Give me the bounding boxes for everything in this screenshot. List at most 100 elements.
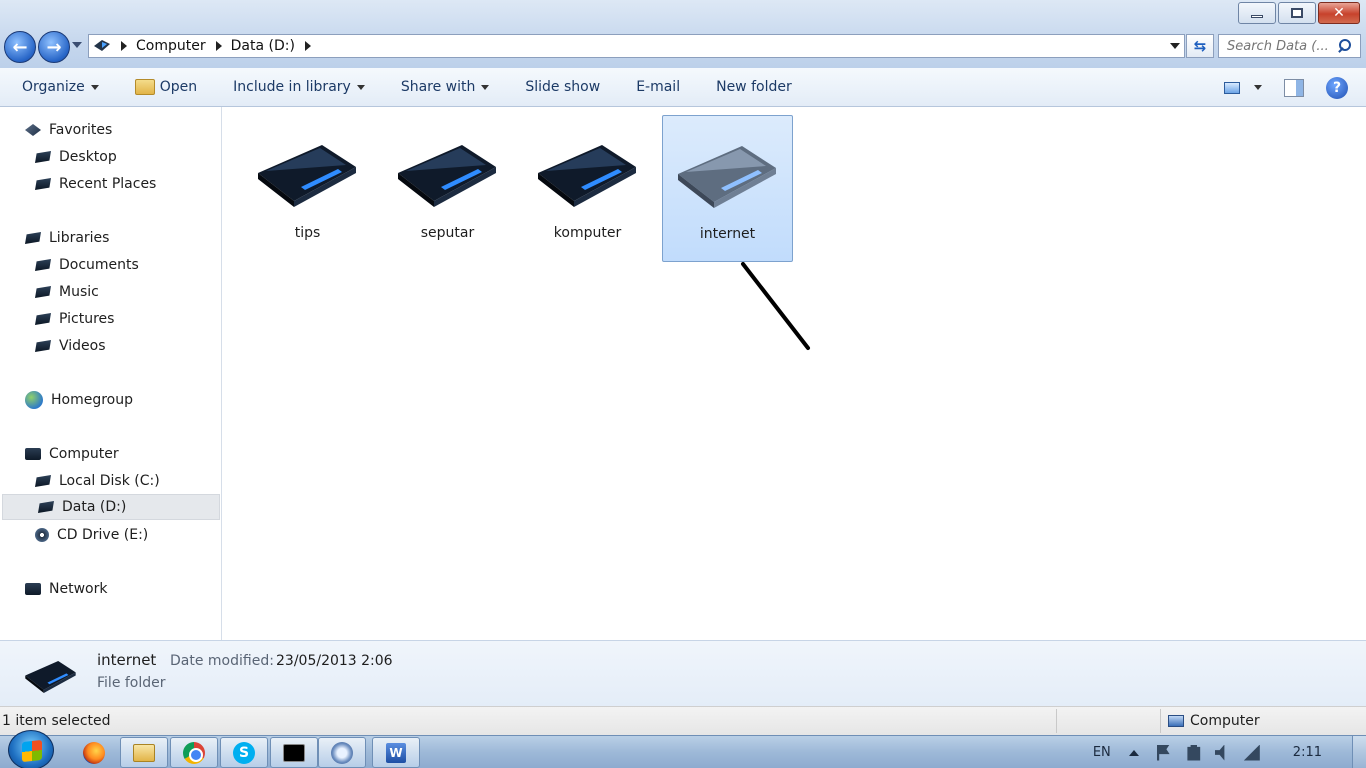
change-view-icon[interactable] bbox=[1224, 81, 1240, 94]
breadcrumb-arrow-icon[interactable] bbox=[304, 41, 311, 51]
nav-homegroup[interactable]: Homegroup bbox=[0, 387, 220, 413]
nav-local-disk[interactable]: Local Disk (C:) bbox=[0, 468, 220, 494]
libraries-icon bbox=[25, 232, 41, 244]
address-bar[interactable]: Computer Data (D:) bbox=[88, 34, 1185, 58]
desktop-icon bbox=[35, 151, 51, 163]
nav-recent-places[interactable]: Recent Places bbox=[0, 171, 220, 197]
nav-label: Computer bbox=[49, 446, 119, 462]
recent-pages-dropdown[interactable] bbox=[72, 42, 82, 48]
word-icon: W bbox=[386, 742, 406, 763]
nav-data-drive[interactable]: Data (D:) bbox=[2, 494, 220, 520]
search-input[interactable] bbox=[1219, 38, 1337, 54]
chevron-down-icon bbox=[481, 84, 490, 90]
new-folder-button[interactable]: New folder bbox=[698, 68, 810, 106]
nav-computer[interactable]: Computer bbox=[0, 441, 220, 467]
search-icon[interactable] bbox=[1337, 39, 1351, 53]
volume-icon[interactable] bbox=[1214, 744, 1225, 761]
chrome-icon bbox=[183, 741, 205, 764]
folder-icon bbox=[397, 145, 496, 207]
power-icon[interactable] bbox=[1187, 744, 1201, 761]
refresh-button[interactable]: ⇆ bbox=[1186, 34, 1214, 58]
annotation-line bbox=[741, 262, 810, 350]
nav-cd-drive[interactable]: CD Drive (E:) bbox=[0, 522, 220, 548]
taskbar-firefox[interactable] bbox=[70, 737, 118, 768]
computer-drive-icon bbox=[94, 40, 110, 51]
system-tray: EN 2:11 bbox=[1093, 736, 1366, 768]
file-list[interactable]: tips seputar komputer internet bbox=[222, 107, 1366, 640]
breadcrumb-arrow-icon[interactable] bbox=[215, 41, 222, 51]
breadcrumb-computer[interactable]: Computer bbox=[136, 38, 206, 54]
folder-item[interactable]: seputar bbox=[382, 115, 513, 262]
folder-item[interactable]: komputer bbox=[522, 115, 653, 262]
title-bar: ✕ ← → Computer Data (D:) ⇆ bbox=[0, 0, 1366, 68]
show-desktop-button[interactable] bbox=[1352, 736, 1366, 768]
taskbar-word[interactable]: W bbox=[372, 737, 420, 768]
details-pane: internet Date modified: 23/05/2013 2:06 … bbox=[0, 640, 1366, 706]
folder-icon bbox=[537, 145, 636, 207]
folder-item-selected[interactable]: internet bbox=[662, 115, 793, 262]
network-icon bbox=[25, 583, 41, 595]
nav-network[interactable]: Network bbox=[0, 576, 220, 602]
skype-icon: S bbox=[233, 741, 255, 764]
include-in-library-menu[interactable]: Include in library bbox=[215, 68, 383, 106]
action-center-flag-icon[interactable] bbox=[1156, 744, 1170, 761]
nav-label: Network bbox=[49, 581, 108, 597]
restore-button[interactable] bbox=[1278, 2, 1316, 24]
nav-label: Data (D:) bbox=[62, 499, 127, 515]
language-indicator[interactable]: EN bbox=[1093, 745, 1111, 760]
status-location: Computer bbox=[1168, 713, 1260, 729]
nav-pictures[interactable]: Pictures bbox=[0, 306, 220, 332]
status-location-label: Computer bbox=[1190, 713, 1260, 729]
chevron-down-icon bbox=[90, 84, 99, 90]
details-type: File folder bbox=[97, 675, 166, 691]
pictures-icon bbox=[35, 313, 51, 325]
taskbar-app[interactable] bbox=[318, 737, 366, 768]
details-name: internet bbox=[97, 651, 157, 669]
windows-explorer-icon bbox=[133, 743, 155, 762]
status-selection: 1 item selected bbox=[2, 713, 111, 729]
organize-menu[interactable]: Organize bbox=[0, 68, 117, 106]
breadcrumb-data-drive[interactable]: Data (D:) bbox=[231, 38, 295, 54]
nav-libraries[interactable]: Libraries bbox=[0, 225, 220, 251]
details-date-value: 23/05/2013 2:06 bbox=[276, 653, 393, 669]
address-history-dropdown[interactable] bbox=[1170, 43, 1180, 49]
share-with-menu[interactable]: Share with bbox=[383, 68, 508, 106]
start-button[interactable] bbox=[8, 730, 54, 768]
nav-favorites[interactable]: Favorites bbox=[0, 117, 220, 143]
taskbar-chrome[interactable] bbox=[170, 737, 218, 768]
open-button[interactable]: Open bbox=[117, 68, 215, 106]
computer-icon bbox=[1168, 715, 1184, 727]
nav-desktop[interactable]: Desktop bbox=[0, 144, 220, 170]
folder-label: seputar bbox=[420, 225, 475, 241]
nav-documents[interactable]: Documents bbox=[0, 252, 220, 278]
app-icon bbox=[331, 741, 353, 764]
more-views-chevron-icon[interactable] bbox=[1254, 85, 1262, 90]
taskbar-skype[interactable]: S bbox=[220, 737, 268, 768]
help-icon[interactable]: ? bbox=[1326, 76, 1348, 99]
nav-videos[interactable]: Videos bbox=[0, 333, 220, 359]
taskbar-command-prompt[interactable] bbox=[270, 737, 318, 768]
forward-button[interactable]: → bbox=[38, 31, 70, 63]
folder-icon bbox=[25, 661, 76, 693]
videos-icon bbox=[35, 340, 51, 352]
nav-music[interactable]: Music bbox=[0, 279, 220, 305]
back-button[interactable]: ← bbox=[4, 31, 36, 63]
minimize-button[interactable] bbox=[1238, 2, 1276, 24]
minimize-icon bbox=[1251, 14, 1263, 18]
email-button[interactable]: E-mail bbox=[618, 68, 698, 106]
show-hidden-icons-icon[interactable] bbox=[1128, 749, 1139, 756]
clock[interactable]: 2:11 bbox=[1293, 745, 1322, 760]
status-bar: 1 item selected Computer bbox=[0, 706, 1366, 735]
documents-icon bbox=[35, 259, 51, 271]
network-signal-icon[interactable] bbox=[1243, 744, 1260, 761]
status-divider bbox=[1160, 709, 1161, 733]
preview-pane-icon[interactable] bbox=[1284, 78, 1304, 97]
search-box[interactable] bbox=[1218, 34, 1361, 58]
restore-icon bbox=[1291, 8, 1303, 18]
close-icon: ✕ bbox=[1333, 5, 1345, 21]
breadcrumb-arrow-icon[interactable] bbox=[121, 41, 127, 51]
folder-item[interactable]: tips bbox=[242, 115, 373, 262]
taskbar-windows-explorer[interactable] bbox=[120, 737, 168, 768]
slide-show-button[interactable]: Slide show bbox=[507, 68, 618, 106]
close-button[interactable]: ✕ bbox=[1318, 2, 1360, 24]
